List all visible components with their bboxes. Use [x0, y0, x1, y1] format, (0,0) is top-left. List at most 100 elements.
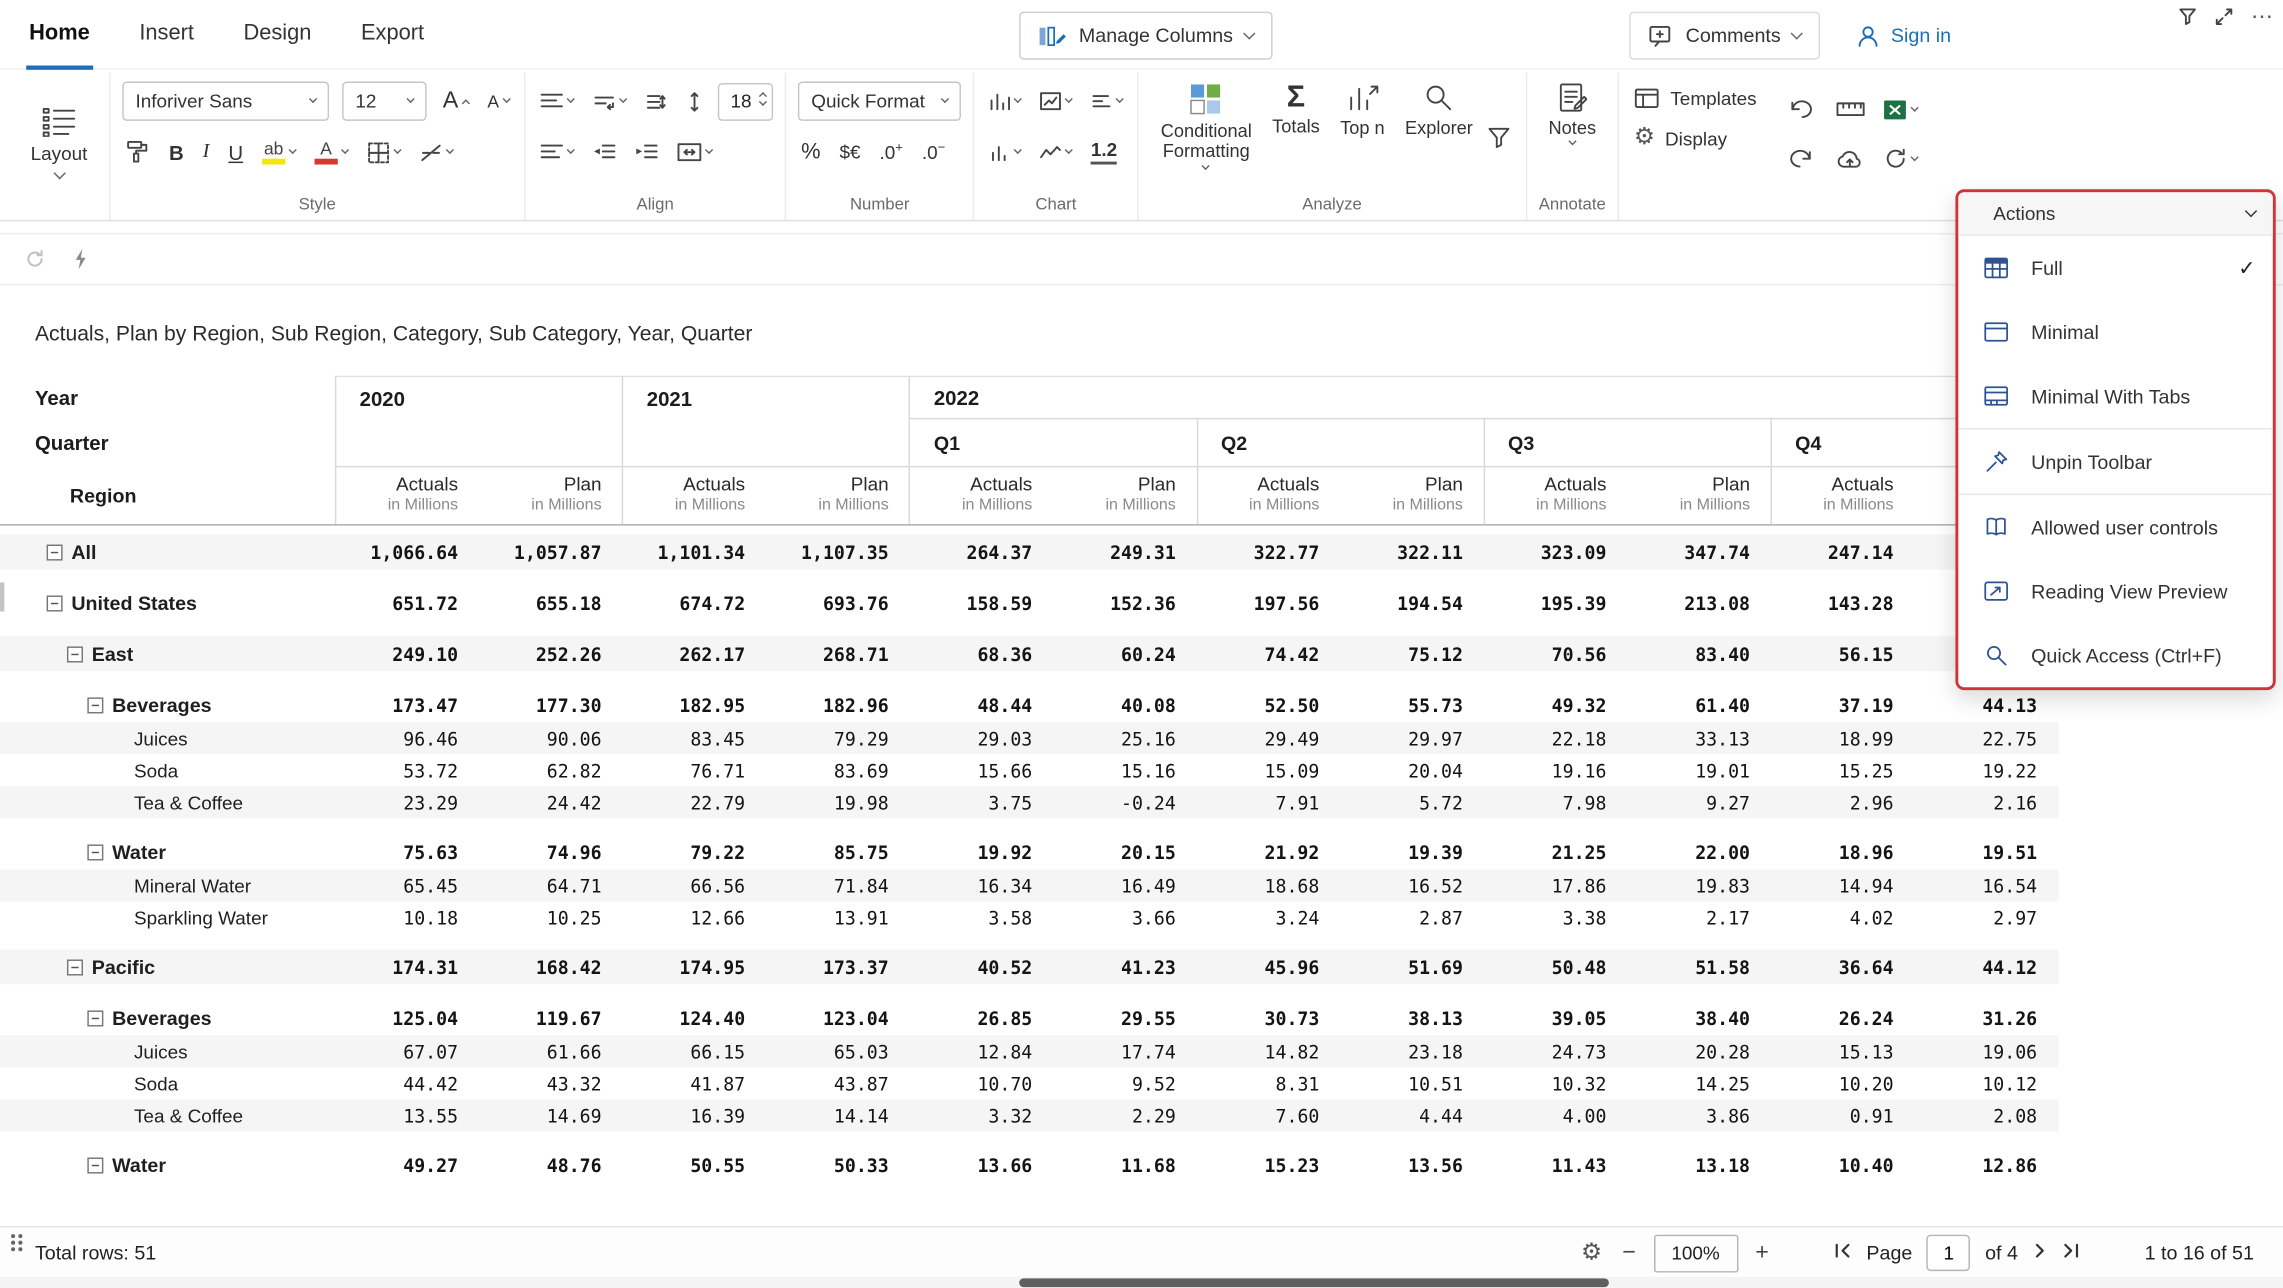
data-cell[interactable]: 5.72	[1340, 786, 1484, 818]
data-cell[interactable]: 14.69	[478, 1099, 622, 1131]
settings-button[interactable]: ⚙	[1578, 1238, 1605, 1267]
recalculate-icon[interactable]	[23, 248, 46, 271]
zoom-in-button[interactable]: +	[1755, 1241, 1769, 1264]
data-cell[interactable]: 16.34	[909, 869, 1053, 901]
font-family-select[interactable]: Inforiver Sans	[122, 82, 329, 121]
data-cell[interactable]: 96.46	[335, 722, 479, 754]
actions-dropdown-header[interactable]: Actions	[1958, 192, 2272, 236]
data-cell[interactable]: 41.87	[622, 1067, 766, 1099]
data-cell[interactable]: 20.04	[1340, 754, 1484, 786]
data-cell[interactable]: 29.55	[1053, 1000, 1197, 1035]
data-cell[interactable]: 19.16	[1483, 754, 1627, 786]
data-cell[interactable]: 75.12	[1340, 636, 1484, 671]
filter-icon[interactable]	[2178, 7, 2197, 26]
data-cell[interactable]: 152.36	[1053, 585, 1197, 620]
data-cell[interactable]: 264.37	[909, 534, 1053, 569]
matrix-row-juices[interactable]: Juices67.0761.6666.1565.0312.8417.7414.8…	[0, 1035, 2059, 1067]
data-cell[interactable]: 13.55	[335, 1099, 479, 1131]
data-cell[interactable]: 64.71	[478, 869, 622, 901]
data-cell[interactable]: 21.92	[1196, 834, 1340, 869]
data-cell[interactable]: 74.96	[478, 834, 622, 869]
data-cell[interactable]: 10.12	[1914, 1067, 2058, 1099]
data-cell[interactable]: 30.73	[1196, 1000, 1340, 1035]
data-cell[interactable]: 1,107.35	[766, 534, 910, 569]
data-cell[interactable]: 4.02	[1770, 901, 1914, 933]
data-cell[interactable]: 43.87	[766, 1067, 910, 1099]
matrix-row-water[interactable]: Water75.6374.9679.2285.7519.9220.1521.92…	[0, 834, 2059, 869]
data-cell[interactable]: 9.27	[1627, 786, 1771, 818]
data-cell[interactable]: 62.82	[478, 754, 622, 786]
data-cell[interactable]: 66.56	[622, 869, 766, 901]
data-cell[interactable]: 262.17	[622, 636, 766, 671]
data-cell[interactable]: 51.58	[1627, 949, 1771, 984]
percent-format-button[interactable]: %	[798, 137, 823, 168]
quarter-q2-header[interactable]: Q2	[1196, 419, 1483, 466]
totals-button[interactable]: Σ Totals	[1262, 76, 1330, 141]
data-cell[interactable]: 85.75	[766, 834, 910, 869]
matrix-row-all[interactable]: All1,066.641,057.871,101.341,107.35264.3…	[0, 534, 2059, 569]
zoom-out-button[interactable]: −	[1622, 1241, 1636, 1264]
data-cell[interactable]: 71.84	[766, 869, 910, 901]
collapse-icon[interactable]	[87, 1157, 103, 1173]
data-cell[interactable]: 8.31	[1196, 1067, 1340, 1099]
borders-button[interactable]	[364, 138, 403, 167]
data-cell[interactable]: 1,101.34	[622, 534, 766, 569]
matrix-row-pacific[interactable]: Pacific174.31168.42174.95173.3740.5241.2…	[0, 949, 2059, 984]
wrap-text-button[interactable]	[589, 88, 628, 114]
data-cell[interactable]: 2.96	[1770, 786, 1914, 818]
data-cell[interactable]: 173.37	[766, 949, 910, 984]
data-cell[interactable]: 15.13	[1770, 1035, 1914, 1067]
data-cell[interactable]: 26.85	[909, 1000, 1053, 1035]
matrix-row-mineral-water[interactable]: Mineral Water65.4564.7166.5671.8416.3416…	[0, 869, 2059, 901]
data-cell[interactable]: 123.04	[766, 1000, 910, 1035]
data-cell[interactable]: 168.42	[478, 949, 622, 984]
data-cell[interactable]: 693.76	[766, 585, 910, 620]
data-cell[interactable]: 70.56	[1483, 636, 1627, 671]
data-cell[interactable]: 13.56	[1340, 1147, 1484, 1182]
data-cell[interactable]: 19.06	[1914, 1035, 2058, 1067]
data-cell[interactable]: 22.00	[1627, 834, 1771, 869]
data-cell[interactable]: 16.52	[1340, 869, 1484, 901]
actions-menu-item-minimal[interactable]: Minimal	[1958, 300, 2272, 364]
bold-button[interactable]: B	[166, 138, 187, 167]
data-cell[interactable]: 15.16	[1053, 754, 1197, 786]
matrix-row-east[interactable]: East249.10252.26262.17268.7168.3660.2474…	[0, 636, 2059, 671]
data-cell[interactable]: 23.29	[335, 786, 479, 818]
font-color-button[interactable]: A	[312, 137, 351, 168]
data-cell[interactable]: 15.25	[1770, 754, 1914, 786]
data-cell[interactable]: 22.18	[1483, 722, 1627, 754]
year-2021-header[interactable]: 2021	[622, 376, 909, 420]
data-cell[interactable]: 66.15	[622, 1035, 766, 1067]
data-cell[interactable]: 25.16	[1053, 722, 1197, 754]
data-cell[interactable]: 2.16	[1914, 786, 2058, 818]
currency-format-button[interactable]: $€	[837, 138, 864, 166]
data-cell[interactable]: 29.03	[909, 722, 1053, 754]
refresh-button[interactable]	[1881, 144, 1920, 173]
data-cell[interactable]: 18.96	[1770, 834, 1914, 869]
column-header-7[interactable]: Actualsin Millions	[1196, 466, 1340, 524]
next-page-button[interactable]	[2032, 1242, 2047, 1264]
matrix-row-juices[interactable]: Juices96.4690.0683.4579.2929.0325.1629.4…	[0, 722, 2059, 754]
matrix-row-beverages[interactable]: Beverages125.04119.67124.40123.0426.8529…	[0, 1000, 2059, 1035]
data-cell[interactable]: 14.94	[1770, 869, 1914, 901]
sparkline-button[interactable]	[1037, 140, 1075, 165]
quarter-q1-header[interactable]: Q1	[909, 419, 1196, 466]
data-cell[interactable]: 249.10	[335, 636, 479, 671]
column-header-4[interactable]: Planin Millions	[766, 466, 910, 524]
data-cell[interactable]: 44.12	[1914, 949, 2058, 984]
more-options-icon[interactable]: ⋯	[2251, 3, 2274, 29]
data-cell[interactable]: 56.15	[1770, 636, 1914, 671]
data-cell[interactable]: 12.84	[909, 1035, 1053, 1067]
data-cell[interactable]: 13.91	[766, 901, 910, 933]
data-cell[interactable]: 76.71	[622, 754, 766, 786]
data-cell[interactable]: 48.76	[478, 1147, 622, 1182]
data-cell[interactable]: 252.26	[478, 636, 622, 671]
data-cell[interactable]: 55.73	[1340, 687, 1484, 722]
collapse-icon[interactable]	[87, 1010, 103, 1026]
data-cell[interactable]: 40.08	[1053, 687, 1197, 722]
data-cell[interactable]: 2.97	[1914, 901, 2058, 933]
data-cell[interactable]: 119.67	[478, 1000, 622, 1035]
data-cell[interactable]: 38.40	[1627, 1000, 1771, 1035]
data-cell[interactable]: 20.15	[1053, 834, 1197, 869]
data-cell[interactable]: 674.72	[622, 585, 766, 620]
